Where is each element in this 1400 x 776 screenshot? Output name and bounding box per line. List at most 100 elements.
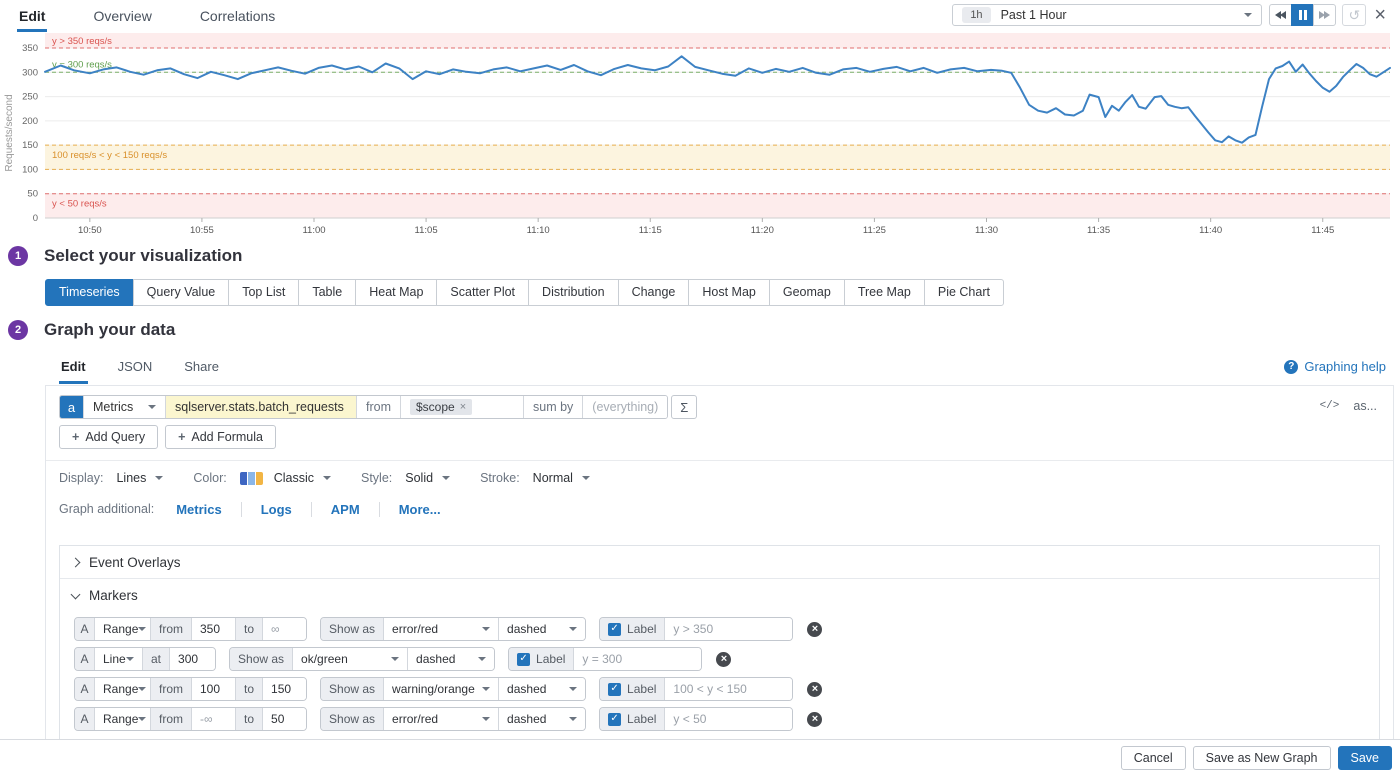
to-label: to [235,618,262,640]
advanced-functions-button[interactable]: Σ [671,395,697,419]
style-select[interactable]: Solid [405,471,450,485]
rewind-button[interactable] [1269,4,1292,26]
top-tab-correlations[interactable]: Correlations [198,0,277,32]
add-formula-button[interactable]: +Add Formula [165,425,276,449]
graphing-help-link[interactable]: ? Graphing help [1284,359,1386,374]
marker-bounds-group: ALineat300 [74,647,216,671]
viz-tab-geomap[interactable]: Geomap [769,279,845,306]
marker-line-style-select[interactable]: dashed [498,708,585,730]
save-as-new-graph-button[interactable]: Save as New Graph [1193,746,1331,770]
marker-color-select[interactable]: error/red [383,708,498,730]
label-checkbox[interactable]: ✓ [517,653,530,666]
to-label: to [235,678,262,700]
top-tab-overview[interactable]: Overview [91,0,153,32]
stroke-select[interactable]: Normal [533,471,590,485]
viz-tab-heat-map[interactable]: Heat Map [355,279,437,306]
group-by-input[interactable]: (everything) [582,396,667,418]
x-tick-label: 11:35 [1087,225,1110,233]
markers-toggle[interactable]: Markers [60,579,1379,612]
marker-to-input[interactable]: 150 [262,678,306,700]
label-checkbox[interactable]: ✓ [608,683,621,696]
event-overlays-toggle[interactable]: Event Overlays [60,546,1379,579]
query-source-select[interactable]: Metrics [83,396,165,418]
label-checkbox[interactable]: ✓ [608,713,621,726]
marker-label-input[interactable]: y = 300 [573,648,701,670]
marker-color-select[interactable]: ok/green [292,648,407,670]
marker-to-input[interactable]: ∞ [262,618,306,640]
marker-color-select[interactable]: error/red [383,618,498,640]
display-select[interactable]: Lines [116,471,163,485]
marker-line-style-value: dashed [416,652,455,666]
marker-line-style-select[interactable]: dashed [407,648,494,670]
x-tick-label: 11:30 [975,225,998,233]
marker-from-input[interactable]: -∞ [191,708,235,730]
code-icon[interactable]: </> [1320,400,1340,412]
viz-tab-table[interactable]: Table [298,279,356,306]
marker-at-input[interactable]: 300 [169,648,215,670]
metric-input[interactable]: sqlserver.stats.batch_requests [165,396,356,418]
save-button[interactable]: Save [1338,746,1393,770]
scope-input[interactable]: $scope× [400,396,523,418]
marker-line-style-select[interactable]: dashed [498,618,585,640]
graph-additional-label: Graph additional: [59,502,154,516]
delete-marker-button[interactable]: × [716,652,731,667]
pause-button[interactable] [1291,4,1314,26]
refresh-button[interactable]: ↺ [1342,4,1366,26]
marker-label-group: ✓Labely < 50 [599,707,793,731]
close-button[interactable]: × [1374,5,1386,25]
marker-type-select[interactable]: Range [94,678,150,700]
marker-line-style-value: dashed [507,712,546,726]
time-range-select[interactable]: 1h Past 1 Hour [952,4,1262,26]
viz-tab-change[interactable]: Change [618,279,690,306]
graph-additional-link-apm[interactable]: APM [331,502,360,517]
alias-as-button[interactable]: as... [1353,399,1377,413]
caret-down-icon [569,717,577,721]
marker-from-input[interactable]: 100 [191,678,235,700]
viz-tab-timeseries[interactable]: Timeseries [45,279,134,306]
show-as-label: Show as [321,678,383,700]
graph-additional-link-metrics[interactable]: Metrics [176,502,222,517]
color-select[interactable]: Classic [240,471,331,485]
marker-label-input[interactable]: y < 50 [664,708,792,730]
marker-type-select[interactable]: Line [94,648,142,670]
label-label: Label [536,652,565,666]
delete-marker-button[interactable]: × [807,682,822,697]
marker-type-select[interactable]: Range [94,708,150,730]
delete-marker-button[interactable]: × [807,622,822,637]
marker-line-style-select[interactable]: dashed [498,678,585,700]
marker-label-input[interactable]: 100 < y < 150 [664,678,792,700]
checkmark-icon: ✓ [610,714,618,724]
marker-color-select[interactable]: warning/orange [383,678,498,700]
editor-tab-share[interactable]: Share [182,352,221,384]
marker-to-input[interactable]: 50 [262,708,306,730]
graph-additional-link-more[interactable]: More... [399,502,441,517]
delete-marker-button[interactable]: × [807,712,822,727]
cancel-button[interactable]: Cancel [1121,746,1186,770]
timeseries-chart[interactable]: y > 350 reqs/sy = 300 reqs/s100 reqs/s <… [0,33,1400,233]
editor-tab-edit[interactable]: Edit [59,352,88,384]
viz-tab-top-list[interactable]: Top List [228,279,299,306]
remove-scope-icon[interactable]: × [460,401,466,413]
viz-tab-distribution[interactable]: Distribution [528,279,619,306]
viz-tab-tree-map[interactable]: Tree Map [844,279,925,306]
editor-tab-json[interactable]: JSON [116,352,155,384]
graphing-help-label: Graphing help [1304,359,1386,374]
forward-button[interactable] [1313,4,1336,26]
editor-tab-bar: Edit JSON Share [59,352,1386,384]
viz-tab-host-map[interactable]: Host Map [688,279,770,306]
style-value: Solid [405,471,433,485]
viz-tab-pie-chart[interactable]: Pie Chart [924,279,1004,306]
marker-from-input[interactable]: 350 [191,618,235,640]
top-tab-edit[interactable]: Edit [17,0,47,32]
marker-label-input[interactable]: y > 350 [664,618,792,640]
marker-color-value: warning/orange [392,682,475,696]
scope-tag[interactable]: $scope× [410,399,472,415]
add-query-button[interactable]: +Add Query [59,425,158,449]
viz-tab-scatter-plot[interactable]: Scatter Plot [436,279,529,306]
label-checkbox[interactable]: ✓ [608,623,621,636]
viz-tab-query-value[interactable]: Query Value [133,279,230,306]
marker-style-group: Show asok/greendashed [229,647,495,671]
graph-additional-link-logs[interactable]: Logs [261,502,292,517]
marker-label-toggle: ✓Label [600,678,664,700]
marker-type-select[interactable]: Range [94,618,150,640]
